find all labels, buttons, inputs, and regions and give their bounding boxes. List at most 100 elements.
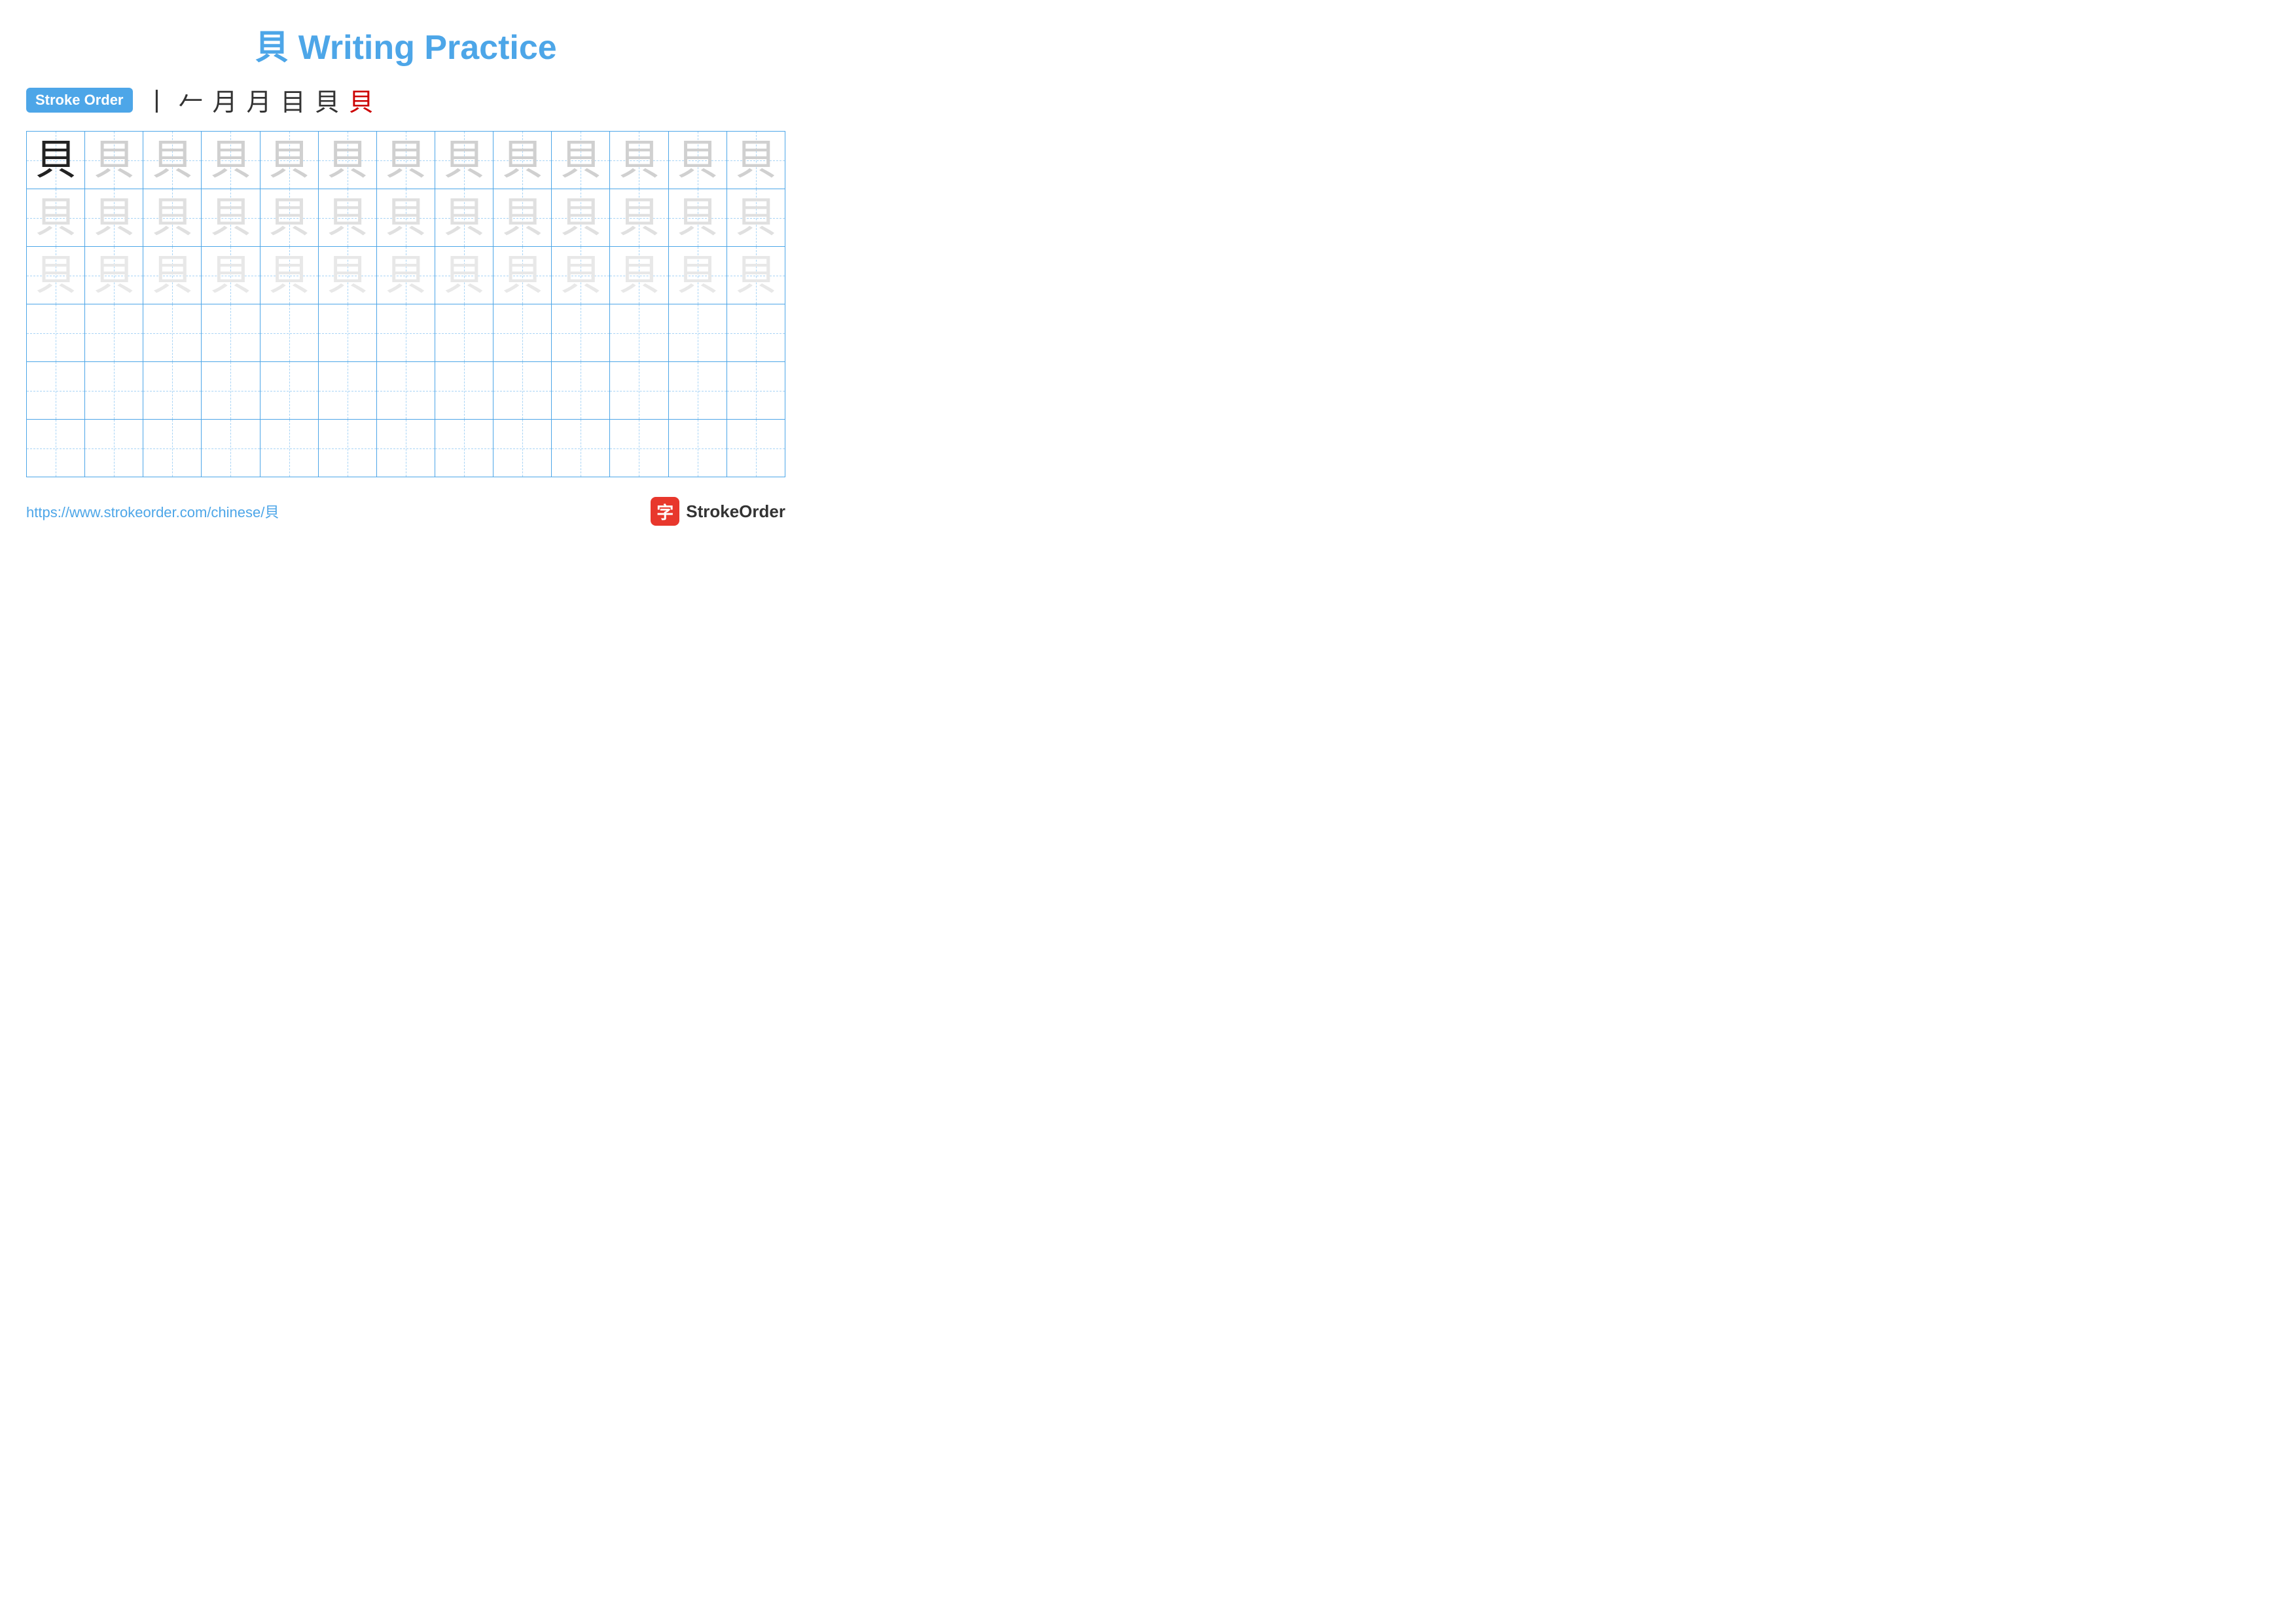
grid-cell[interactable]: 貝 xyxy=(318,132,376,189)
grid-cell[interactable] xyxy=(376,420,435,477)
character-guide: 貝 xyxy=(677,137,719,183)
grid-cell[interactable]: 貝 xyxy=(552,189,610,247)
grid-cell[interactable] xyxy=(610,304,668,362)
grid-cell[interactable]: 貝 xyxy=(493,189,552,247)
grid-cell[interactable]: 貝 xyxy=(202,189,260,247)
grid-cell[interactable] xyxy=(668,420,726,477)
grid-cell[interactable] xyxy=(552,362,610,420)
character-guide: 貝 xyxy=(268,137,310,183)
stroke-2: 𠂉 xyxy=(179,82,204,118)
character-guide: 貝 xyxy=(151,252,193,299)
grid-cell[interactable] xyxy=(260,304,318,362)
grid-cell[interactable]: 貝 xyxy=(726,132,785,189)
grid-cell[interactable]: 貝 xyxy=(202,247,260,304)
grid-cell[interactable]: 貝 xyxy=(85,132,143,189)
grid-cell[interactable] xyxy=(202,362,260,420)
grid-cell[interactable] xyxy=(610,362,668,420)
grid-cell[interactable]: 貝 xyxy=(435,132,493,189)
table-row xyxy=(27,304,785,362)
grid-cell[interactable]: 貝 xyxy=(260,189,318,247)
grid-cell[interactable] xyxy=(435,304,493,362)
grid-cell[interactable]: 貝 xyxy=(610,247,668,304)
character-guide: 貝 xyxy=(443,252,485,299)
grid-cell[interactable]: 貝 xyxy=(260,132,318,189)
grid-cell[interactable]: 貝 xyxy=(493,247,552,304)
grid-cell[interactable] xyxy=(27,420,85,477)
grid-cell[interactable] xyxy=(318,362,376,420)
grid-cell[interactable] xyxy=(143,304,202,362)
grid-cell[interactable] xyxy=(435,420,493,477)
grid-cell[interactable] xyxy=(493,420,552,477)
grid-cell[interactable]: 貝 xyxy=(143,189,202,247)
grid-cell[interactable] xyxy=(27,362,85,420)
stroke-1: 丨 xyxy=(145,82,170,118)
grid-cell[interactable]: 貝 xyxy=(85,189,143,247)
grid-cell[interactable] xyxy=(27,304,85,362)
grid-cell[interactable]: 貝 xyxy=(27,247,85,304)
grid-cell[interactable] xyxy=(552,420,610,477)
grid-cell[interactable]: 貝 xyxy=(552,132,610,189)
grid-cell[interactable]: 貝 xyxy=(610,189,668,247)
grid-cell[interactable]: 貝 xyxy=(493,132,552,189)
grid-cell[interactable] xyxy=(726,304,785,362)
grid-cell[interactable]: 貝 xyxy=(668,247,726,304)
grid-cell[interactable] xyxy=(143,362,202,420)
grid-cell[interactable] xyxy=(552,304,610,362)
grid-cell[interactable]: 貝 xyxy=(435,189,493,247)
grid-cell[interactable] xyxy=(493,362,552,420)
character-guide: 貝 xyxy=(327,194,368,241)
grid-cell[interactable]: 貝 xyxy=(202,132,260,189)
character-guide: 貝 xyxy=(327,252,368,299)
character-guide: 貝 xyxy=(501,252,543,299)
character-guide: 貝 xyxy=(35,194,77,241)
grid-cell[interactable]: 貝 xyxy=(435,247,493,304)
grid-cell[interactable] xyxy=(318,420,376,477)
grid-cell[interactable] xyxy=(85,362,143,420)
grid-cell[interactable]: 貝 xyxy=(376,189,435,247)
character-guide: 貝 xyxy=(501,194,543,241)
grid-cell[interactable]: 貝 xyxy=(27,189,85,247)
grid-cell[interactable] xyxy=(318,304,376,362)
grid-cell[interactable]: 貝 xyxy=(726,189,785,247)
table-row: 貝 貝 貝 貝 貝 貝 貝 貝 貝 貝 貝 貝 貝 xyxy=(27,247,785,304)
character-guide: 貝 xyxy=(735,252,777,299)
grid-cell[interactable]: 貝 xyxy=(668,132,726,189)
character-guide: 貝 xyxy=(268,194,310,241)
grid-cell[interactable] xyxy=(435,362,493,420)
grid-cell[interactable] xyxy=(85,420,143,477)
grid-cell[interactable] xyxy=(376,362,435,420)
grid-cell[interactable]: 貝 xyxy=(318,189,376,247)
grid-cell[interactable] xyxy=(668,304,726,362)
grid-cell[interactable]: 貝 xyxy=(552,247,610,304)
grid-cell[interactable] xyxy=(260,420,318,477)
grid-cell[interactable]: 貝 xyxy=(376,132,435,189)
grid-cell[interactable]: 貝 xyxy=(27,132,85,189)
footer-link[interactable]: https://www.strokeorder.com/chinese/貝 xyxy=(26,501,279,522)
grid-cell[interactable] xyxy=(85,304,143,362)
grid-cell[interactable] xyxy=(376,304,435,362)
grid-cell[interactable]: 貝 xyxy=(85,247,143,304)
grid-cell[interactable] xyxy=(143,420,202,477)
grid-cell[interactable] xyxy=(202,304,260,362)
title-character: 貝 xyxy=(255,29,289,67)
grid-cell[interactable]: 貝 xyxy=(143,247,202,304)
grid-cell[interactable]: 貝 xyxy=(376,247,435,304)
grid-cell[interactable]: 貝 xyxy=(668,189,726,247)
table-row xyxy=(27,362,785,420)
grid-cell[interactable]: 貝 xyxy=(610,132,668,189)
character-guide: 貝 xyxy=(443,137,485,183)
grid-cell[interactable]: 貝 xyxy=(318,247,376,304)
grid-cell[interactable] xyxy=(726,362,785,420)
grid-cell[interactable]: 貝 xyxy=(143,132,202,189)
grid-cell[interactable] xyxy=(726,420,785,477)
stroke-4: 月 xyxy=(247,82,272,118)
stroke-chars: 丨 𠂉 月 月 目 貝 貝 xyxy=(145,82,374,118)
grid-cell[interactable] xyxy=(260,362,318,420)
grid-cell[interactable] xyxy=(668,362,726,420)
grid-cell[interactable] xyxy=(610,420,668,477)
grid-cell[interactable] xyxy=(202,420,260,477)
grid-cell[interactable] xyxy=(493,304,552,362)
character-guide: 貝 xyxy=(209,252,251,299)
grid-cell[interactable]: 貝 xyxy=(726,247,785,304)
grid-cell[interactable]: 貝 xyxy=(260,247,318,304)
